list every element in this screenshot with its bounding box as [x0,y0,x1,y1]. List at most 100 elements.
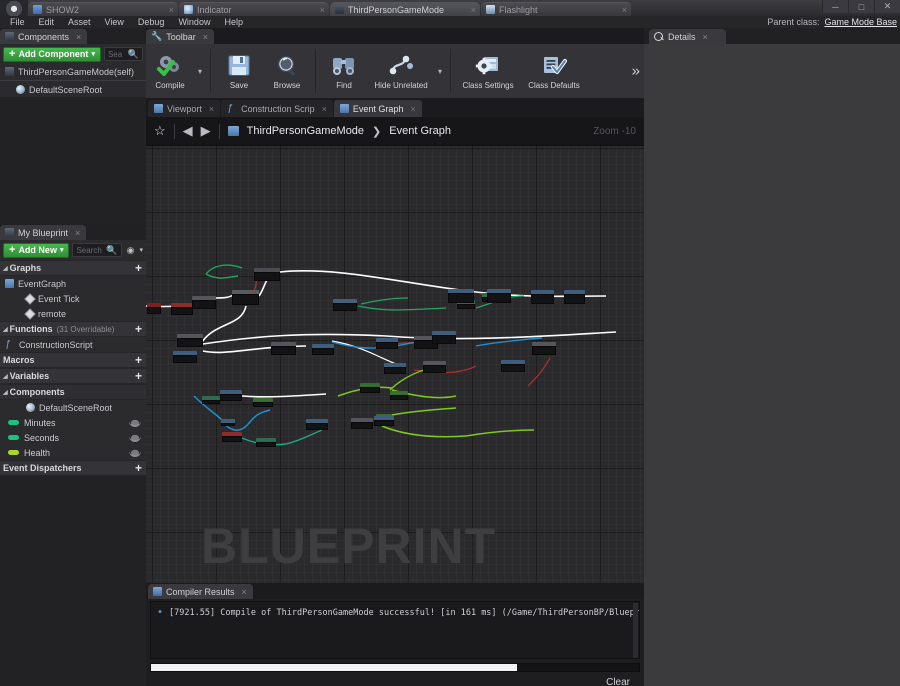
graph-node[interactable] [390,391,408,400]
menu-item-file[interactable]: File [3,16,32,28]
graph-node[interactable] [192,296,216,309]
window-tab-thirdpersongamemode[interactable]: ThirdPersonGameMode × [330,2,480,16]
compiler-results-tab-close-icon[interactable]: × [242,587,247,597]
mb-item-remote[interactable]: remote [0,306,146,321]
graph-node[interactable] [501,360,525,372]
mb-item-eventgraph[interactable]: EventGraph [0,276,146,291]
components-search-input[interactable]: Sea 🔍 [103,47,143,61]
add-icon[interactable]: + [135,462,142,474]
add-icon[interactable]: + [135,262,142,274]
graph-node[interactable] [220,390,242,401]
close-icon[interactable]: × [169,5,174,15]
menu-item-help[interactable]: Help [217,16,250,28]
close-window-button[interactable]: ✕ [874,0,900,13]
graph-node[interactable] [202,396,220,404]
mb-section-functions[interactable]: ◢ Functions (31 Overridable) + [0,321,146,337]
visibility-eye-icon[interactable] [129,448,141,457]
graph-node[interactable] [351,418,373,429]
graph-node[interactable] [432,331,456,344]
tab-components[interactable]: Components × [0,29,88,44]
graph-node[interactable] [222,432,242,442]
chevron-down-icon[interactable]: ▾ [139,246,143,254]
graph-node[interactable] [374,416,394,426]
expand-triangle-icon[interactable]: ◢ [3,373,8,380]
mb-item-constructionscript[interactable]: ƒ ConstructionScript [0,337,146,352]
minimize-button[interactable]: ─ [822,0,848,13]
add-new-button[interactable]: + Add New ▾ [3,242,70,258]
graph-node[interactable] [532,342,556,355]
graph-node[interactable] [376,338,398,349]
close-icon[interactable]: × [622,5,627,15]
toolbar-button-save[interactable]: Save [215,44,263,98]
tab-my-blueprint[interactable]: My Blueprint × [0,225,87,240]
close-icon[interactable]: × [209,104,214,114]
graph-tab-event-graph[interactable]: Event Graph × [333,100,422,117]
mb-variable-default-scene-root[interactable]: DefaultSceneRoot [0,400,146,415]
maximize-button[interactable]: □ [848,0,874,13]
menu-item-asset[interactable]: Asset [61,16,98,28]
compiler-results-body[interactable]: • [7921.55] Compile of ThirdPersonGameMo… [150,601,640,659]
close-icon[interactable]: × [471,5,476,15]
graph-node[interactable] [306,419,328,430]
graph-node[interactable] [423,361,446,373]
mb-section-graphs[interactable]: ◢ Graphs + [0,260,146,276]
my-blueprint-search-input[interactable]: Search 🔍 [72,243,122,257]
window-tab-flashlight[interactable]: Flashlight × [481,2,631,16]
toolbar-button-compile[interactable]: Compile [146,44,194,98]
graph-node[interactable] [384,363,406,374]
close-icon[interactable]: × [322,104,327,114]
expand-triangle-icon[interactable]: ◢ [3,389,8,396]
expand-triangle-icon[interactable]: ◢ [3,326,8,333]
graph-node[interactable] [448,289,474,303]
scrollbar-thumb[interactable] [151,664,517,671]
add-component-button[interactable]: + Add Component ▾ [3,46,101,62]
menu-item-debug[interactable]: Debug [131,16,172,28]
graph-node[interactable] [253,398,273,407]
tab-details[interactable]: Details × [649,29,726,44]
chevron-down-icon[interactable]: ▾ [194,67,206,76]
expand-triangle-icon[interactable]: ◢ [3,265,8,272]
window-tab-indicator[interactable]: Indicator × [179,2,329,16]
toolbar-button-class-settings[interactable]: Class Settings [455,44,521,98]
graph-node[interactable] [487,289,511,303]
toolbar-button-class-defaults[interactable]: Class Defaults [521,44,587,98]
toolbar-overflow-icon[interactable]: » [632,63,640,80]
graph-node[interactable] [221,419,235,426]
components-tab-close-icon[interactable]: × [76,32,81,42]
toolbar-tab-close-icon[interactable]: × [203,32,208,42]
graph-node[interactable] [171,303,193,315]
visibility-eye-icon[interactable]: ◉ [125,245,137,256]
menu-item-edit[interactable]: Edit [32,16,62,28]
graph-node[interactable] [531,290,554,304]
toolbar-button-find[interactable]: Find [320,44,368,98]
graph-node[interactable] [177,334,203,347]
event-graph-canvas[interactable]: BLUEPRINT [146,146,644,583]
clear-button[interactable]: Clear [606,677,630,686]
mb-variable-seconds[interactable]: Seconds [0,430,146,445]
graph-node[interactable] [254,268,280,281]
graph-node[interactable] [147,303,161,314]
breadcrumb-root[interactable]: ThirdPersonGameMode [247,125,364,137]
graph-node[interactable] [333,299,357,311]
mb-variable-minutes[interactable]: Minutes [0,415,146,430]
toolbar-button-browse[interactable]: Browse [263,44,311,98]
tab-compiler-results[interactable]: Compiler Results × [148,584,253,599]
graph-node[interactable] [256,438,276,447]
mb-section-macros[interactable]: Macros + [0,352,146,368]
close-icon[interactable]: × [410,104,415,114]
graph-node[interactable] [312,344,334,355]
compiler-results-horizontal-scrollbar[interactable] [150,663,640,672]
compiler-results-vertical-scrollbar[interactable] [633,603,638,658]
close-icon[interactable]: × [320,5,325,15]
details-tab-close-icon[interactable]: × [703,32,708,42]
tab-toolbar[interactable]: 🔧 Toolbar × [146,29,215,44]
mb-section-event-dispatchers[interactable]: Event Dispatchers + [0,460,146,476]
graph-tab-construction-scrip[interactable]: ƒ Construction Scrip × [221,100,333,117]
my-blueprint-tab-close-icon[interactable]: × [75,228,80,238]
mb-item-event-tick[interactable]: Event Tick [0,291,146,306]
parent-class-value[interactable]: Game Mode Base [824,17,897,27]
mb-variables-group-components[interactable]: ◢ Components [0,384,146,400]
component-tree-item[interactable]: ThirdPersonGameMode(self) [0,64,146,79]
mb-variable-health[interactable]: Health [0,445,146,460]
forward-arrow-icon[interactable]: ▶ [201,123,211,139]
